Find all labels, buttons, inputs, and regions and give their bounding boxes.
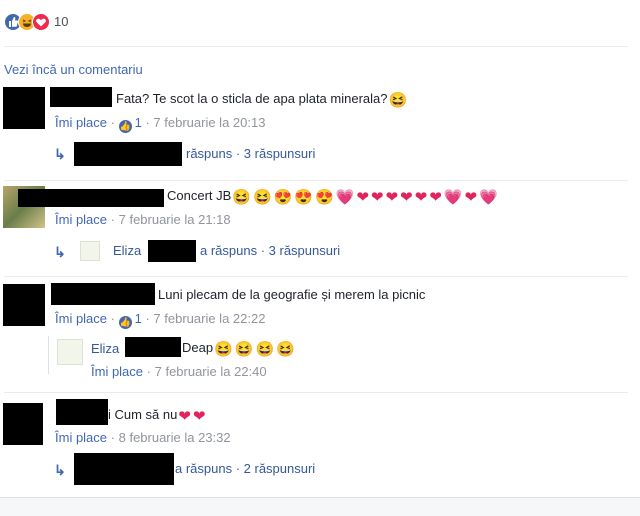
divider [4,46,628,47]
emoji: 😆 [214,341,233,358]
reply-text: Deap😆 😆 😆 😆 [182,340,296,357]
comment-meta: Îmi place · 👍 1 · 7 februarie la 20:13 [55,115,266,133]
emoji: ❤ [371,189,384,206]
replier-name[interactable] [148,240,196,262]
reply-arrow-icon: ↳ [54,462,66,478]
view-more-comments-link[interactable]: Vezi încă un comentariu [4,62,143,77]
view-replies-link[interactable]: răspuns · 3 răspunsuri [186,146,315,161]
emoji: 💗 [335,189,355,206]
like-icon[interactable]: 👍 [118,120,132,133]
timestamp[interactable]: 8 februarie la 23:32 [119,430,231,445]
emoji: 😍 [315,189,334,206]
emoji: ❤ [400,189,413,206]
avatar[interactable] [3,87,45,129]
comment-body: Concert JB [167,188,232,203]
reaction-count[interactable]: 1 [135,311,142,326]
timestamp[interactable]: 7 februarie la 20:13 [153,115,265,130]
comment-text: Fata? Te scot la o sticla de apa plata m… [116,91,408,108]
timestamp[interactable]: 7 februarie la 22:40 [155,364,267,379]
emoji: ❤ [429,189,442,206]
replier-name[interactable] [74,142,182,166]
avatar[interactable] [3,403,43,445]
comment-text: Concert JB😆 😆 😍 😍 😍 💗 ❤ ❤ ❤ ❤ ❤ ❤ 💗 ❤ 💗 [167,188,499,205]
emoji: 😆 [255,341,275,358]
comment-body: Fata? Te scot la o sticla de apa plata m… [116,91,388,106]
emoji: ❤ [385,189,399,206]
emoji: ❤ [356,189,370,206]
emoji: ❤ [464,189,478,206]
emoji: ❤ [192,408,206,425]
emoji: 😍 [273,189,293,206]
divider [4,276,628,277]
view-replies-link[interactable]: a răspuns · 2 răspunsuri [175,461,315,476]
divider [4,180,628,181]
replier-name[interactable] [74,453,174,485]
emoji: 💗 [443,189,463,206]
commenter-name[interactable] [18,189,164,207]
reply-meta: Îmi place · 7 februarie la 22:40 [91,364,267,379]
replier-avatar[interactable] [80,241,100,261]
reply-arrow-icon: ↳ [54,146,66,162]
reply-arrow-icon: ↳ [54,244,66,260]
comment-body: i Cum să nu [108,407,178,422]
timestamp[interactable]: 7 februarie la 22:22 [153,311,265,326]
avatar[interactable] [3,284,45,326]
divider [4,392,628,393]
like-button[interactable]: Îmi place [55,115,107,130]
reply-body: Deap [182,340,214,355]
comment-text: Luni plecam de la geografie și merem la … [158,287,426,302]
comment-meta: Îmi place · 👍 1 · 7 februarie la 22:22 [55,311,266,329]
emoji: 😆 [232,189,251,206]
comment-meta: Îmi place · 7 februarie la 21:18 [55,212,231,227]
timestamp[interactable]: 7 februarie la 21:18 [119,212,231,227]
reaction-count: 10 [54,14,69,29]
emoji: 💗 [479,189,498,206]
replier-name[interactable] [125,337,181,357]
comment-text: i Cum să nu❤ ❤ [108,407,207,424]
like-button[interactable]: Îmi place [91,364,143,379]
emoji: ❤ [178,408,191,425]
commenter-name[interactable] [56,399,108,425]
reply-thread-line [48,336,49,374]
emoji: ❤ [414,189,428,206]
reply-author-name[interactable]: Eliza [91,341,119,356]
emoji: 😆 [234,341,254,358]
view-replies-link[interactable]: a răspuns · 3 răspunsuri [200,243,340,258]
like-button[interactable]: Îmi place [55,311,107,326]
like-button[interactable]: Îmi place [55,430,107,445]
replier-name-text[interactable]: Eliza [113,243,141,258]
reaction-summary[interactable]: 10 [4,12,104,32]
reaction-count[interactable]: 1 [135,115,142,130]
emoji: 😍 [294,189,314,206]
bottom-bar [0,497,640,516]
comment-meta: Îmi place · 8 februarie la 23:32 [55,430,231,445]
like-button[interactable]: Îmi place [55,212,107,227]
emoji: 😆 [276,341,295,358]
commenter-name[interactable] [50,87,112,107]
emoji: 😆 [388,92,408,109]
replier-avatar[interactable] [57,339,83,365]
commenter-name[interactable] [51,283,155,305]
emoji: 😆 [253,189,272,206]
like-icon[interactable]: 👍 [118,316,132,329]
love-icon [32,13,50,31]
